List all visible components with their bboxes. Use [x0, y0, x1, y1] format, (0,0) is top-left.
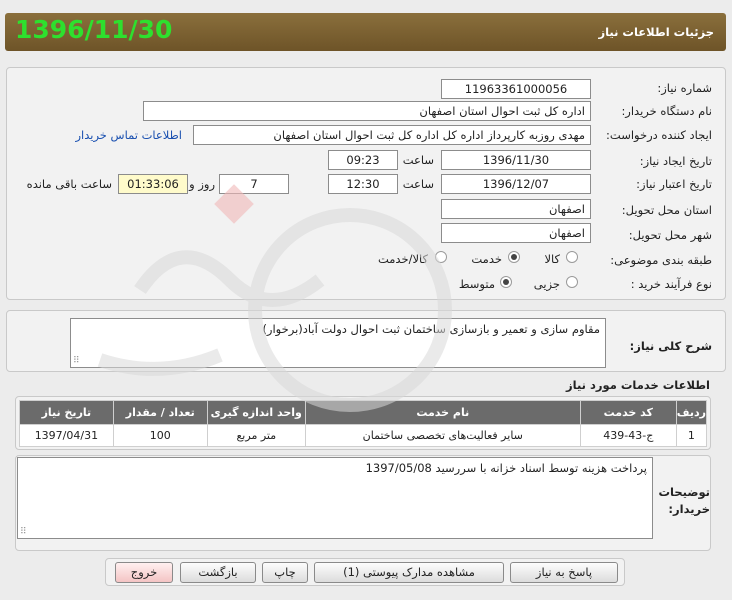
reply-button[interactable]: پاسخ به نیاز	[510, 562, 618, 583]
buyer-notes-label-line2: خریدار:	[668, 502, 710, 516]
col-quantity: تعداد / مقدار	[112, 400, 208, 425]
created-date-field: 1396/11/30	[441, 150, 591, 170]
buyer-org-label: نام دستگاه خریدار:	[621, 104, 712, 118]
cell-service-name: سایر فعالیت‌های تخصصی ساختمان	[304, 424, 581, 447]
table-row: 1 ج-43-439 سایر فعالیت‌های تخصصی ساختمان…	[19, 424, 708, 447]
remaining-time-field: 01:33:06	[118, 174, 188, 194]
page-title: جزئیات اطلاعات نیاز	[598, 25, 714, 39]
resize-grip-icon[interactable]: ⠿	[73, 356, 80, 366]
buyer-org-field: اداره کل ثبت احوال استان اصفهان	[143, 101, 591, 121]
header-date: 1396/11/30	[15, 15, 173, 44]
requester-field: مهدی روزبه کارپرداز اداره کل اداره کل ثب…	[193, 125, 591, 145]
process-radio-medium[interactable]	[500, 276, 512, 288]
buyer-contact-link[interactable]: اطلاعات تماس خریدار	[75, 128, 182, 142]
col-row-number: ردیف	[675, 400, 708, 425]
delivery-city-field: اصفهان	[441, 223, 591, 243]
requester-label: ایجاد کننده درخواست:	[606, 128, 712, 142]
cell-row-number: 1	[675, 424, 708, 447]
services-header-row: ردیف کد خدمت نام خدمت واحد اندازه گیری ت…	[19, 400, 708, 425]
delivery-city-label: شهر محل تحویل:	[628, 228, 712, 242]
cell-unit: متر مربع	[206, 424, 306, 447]
category-label: طبقه بندی موضوعی:	[610, 253, 712, 267]
buyer-notes-text: پرداخت هزینه توسط اسناد خزانه با سررسید …	[365, 461, 647, 475]
buyer-notes-label-line1: توضیحات	[658, 485, 711, 499]
category-radio-goods-service[interactable]	[435, 251, 447, 263]
header-bar: 1396/11/30 جزئیات اطلاعات نیاز	[5, 13, 726, 51]
process-radio-minor[interactable]	[566, 276, 578, 288]
category-option-service: خدمت	[471, 252, 502, 266]
cell-service-code: ج-43-439	[579, 424, 677, 447]
created-time-field: 09:23	[328, 150, 398, 170]
validity-time-label: ساعت	[402, 177, 434, 191]
description-text: مقاوم سازی و تعمیر و بازسازی ساختمان ثبت…	[262, 322, 600, 336]
created-time-label: ساعت	[402, 153, 434, 167]
category-radio-goods[interactable]	[566, 251, 578, 263]
cell-need-date: 1397/04/31	[19, 424, 114, 447]
back-button[interactable]: بازگشت	[180, 562, 256, 583]
description-field: مقاوم سازی و تعمیر و بازسازی ساختمان ثبت…	[70, 318, 606, 368]
services-section-title: اطلاعات خدمات مورد نیاز	[566, 378, 710, 392]
category-option-goods-service: کالا/خدمت	[377, 252, 428, 266]
col-unit: واحد اندازه گیری	[206, 400, 306, 425]
cell-quantity: 100	[112, 424, 208, 447]
col-need-date: تاریخ نیاز	[19, 400, 114, 425]
created-date-label: تاریخ ایجاد نیاز:	[639, 154, 712, 168]
services-table-panel: ردیف کد خدمت نام خدمت واحد اندازه گیری ت…	[15, 396, 711, 450]
days-field: 7	[219, 174, 289, 194]
process-option-medium: متوسط	[458, 277, 495, 291]
category-radio-service[interactable]	[508, 251, 520, 263]
print-button[interactable]: چاپ	[262, 562, 308, 583]
buyer-notes-field: پرداخت هزینه توسط اسناد خزانه با سررسید …	[17, 457, 653, 539]
description-label: شرح کلی نیاز:	[629, 339, 712, 353]
process-type-label: نوع فرآیند خرید :	[630, 277, 712, 291]
delivery-province-field: اصفهان	[441, 199, 591, 219]
services-table: ردیف کد خدمت نام خدمت واحد اندازه گیری ت…	[19, 400, 708, 447]
validity-date-label: تاریخ اعتبار نیاز:	[636, 177, 712, 191]
need-number-field: 11963361000056	[441, 79, 591, 99]
remaining-label: ساعت باقی مانده	[26, 177, 112, 191]
attachments-button[interactable]: مشاهده مدارک پیوستی (1)	[314, 562, 504, 583]
delivery-province-label: استان محل تحویل:	[621, 203, 712, 217]
validity-time-field: 12:30	[328, 174, 398, 194]
days-label: روز و	[189, 177, 215, 191]
validity-date-field: 1396/12/07	[441, 174, 591, 194]
category-option-goods: کالا	[544, 252, 560, 266]
exit-button[interactable]: خروج	[115, 562, 173, 583]
resize-grip-icon[interactable]: ⠿	[20, 527, 27, 537]
need-number-label: شماره نیاز:	[657, 81, 712, 95]
col-service-code: کد خدمت	[579, 400, 677, 425]
process-option-minor: جزیی	[533, 277, 560, 291]
col-service-name: نام خدمت	[304, 400, 581, 425]
